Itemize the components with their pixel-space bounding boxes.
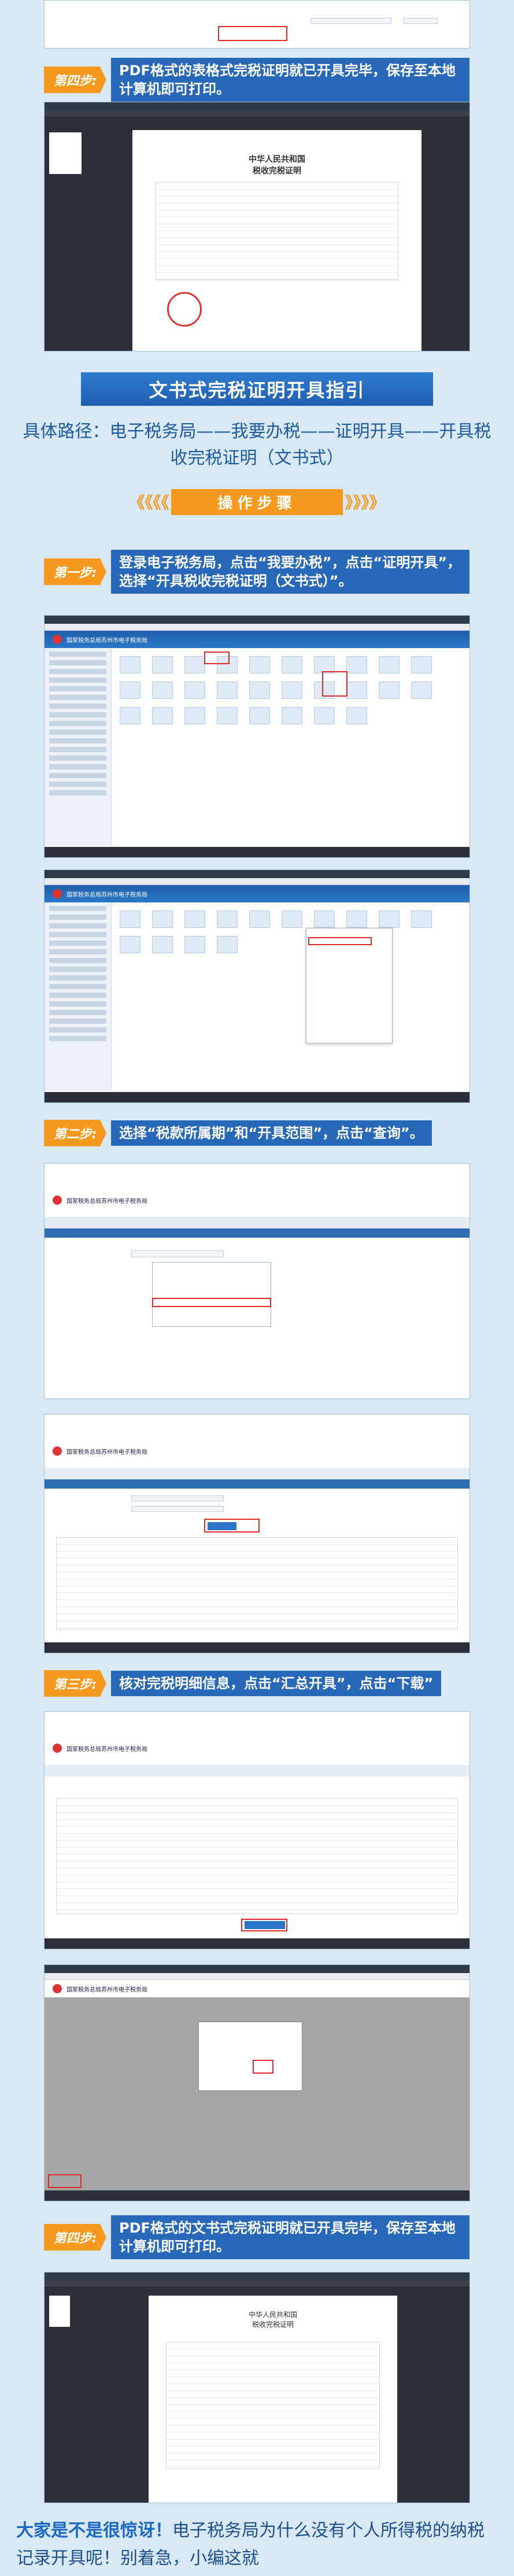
step-row: 第四步: PDF格式的表格式完税证明就已开具完毕，保存至本地计算机即可打印。: [44, 58, 469, 102]
highlight-box: [253, 2060, 273, 2074]
step-badge: 第四步:: [44, 66, 106, 93]
highlight-box: [218, 26, 287, 41]
date-dropdown[interactable]: [152, 1262, 271, 1327]
screenshot-top-form: [44, 0, 470, 49]
tax-logo-icon: [53, 889, 62, 898]
pdf-page: 中华人民共和国 税收完税证明: [132, 130, 421, 351]
highlight-box: [152, 1298, 271, 1307]
sidebar: [45, 648, 112, 846]
tax-logo-icon: [53, 1196, 62, 1205]
step-row: 第一步: 登录电子税务局，点击“我要办税”，点击“证明开具”，选择“开具税收完税…: [44, 546, 469, 598]
step-row: 第三步: 核对完税明细信息，点击“汇总开具”，点击“下载”: [44, 1666, 442, 1701]
screenshot-step3-b: 国家税务总局苏州市电子税务局: [44, 1964, 470, 2201]
step-badge: 第三步:: [44, 1670, 106, 1697]
screenshot-step2-b: 国家税务总局苏州市电子税务局: [44, 1414, 470, 1653]
menu-grid[interactable]: [120, 911, 464, 953]
pdf-subtitle: 税收完税证明: [252, 2320, 294, 2329]
download-dialog[interactable]: [198, 2022, 302, 2091]
step-badge: 第二步:: [44, 1120, 106, 1146]
step-row: 第四步: PDF格式的文书式完税证明就已开具完毕，保存至本地计算机即可打印。: [44, 2214, 469, 2260]
chevron-left-icon: 《《《《: [128, 493, 169, 512]
pdf-title: 中华人民共和国: [248, 2311, 297, 2319]
site-title: 国家税务总局苏州市电子税务局: [66, 1198, 147, 1205]
form-field[interactable]: [131, 1496, 224, 1501]
form-field[interactable]: [131, 1506, 224, 1512]
site-title: 国家税务总局苏州市电子税务局: [66, 891, 147, 898]
seal-icon: [167, 292, 202, 327]
screenshot-step1-b: 国家税务总局苏州市电子税务局: [44, 869, 470, 1103]
section-path: 具体路径：电子税务局——我要办税——证明开具——开具税收完税证明（文书式）: [23, 421, 491, 468]
highlight-box: [322, 671, 347, 697]
pdf-table: [156, 182, 398, 280]
section-title: 文书式完税证明开具指引: [81, 372, 433, 406]
chevron-right-icon: 》》》》: [345, 493, 386, 512]
dropdown-menu[interactable]: [306, 928, 393, 1043]
screenshot-pdf-viewer-2: 中华人民共和国 税收完税证明: [44, 2272, 470, 2503]
tax-logo-icon: [53, 1984, 62, 1993]
highlight-box: [241, 1919, 287, 1931]
step-badge: 第一步:: [44, 558, 106, 585]
tax-logo-icon: [53, 1744, 62, 1753]
step-badge: 第四步:: [44, 2224, 106, 2251]
ops-header: 《《《《 操作步骤 》》》》: [108, 488, 406, 516]
result-table: [56, 1537, 458, 1630]
pdf-page: 中华人民共和国 税收完税证明: [149, 2296, 397, 2503]
step-text: 选择“税款所属期”和“开具范围”，点击“查询”。: [111, 1120, 432, 1146]
pdf-table: [166, 2342, 380, 2469]
pdf-thumbnail[interactable]: [49, 2296, 70, 2327]
pdf-thumbnail[interactable]: [49, 132, 82, 174]
highlight-box: [204, 1519, 260, 1533]
form-field[interactable]: [310, 18, 391, 24]
highlight-box: [48, 2174, 82, 2188]
date-picker[interactable]: [131, 1250, 224, 1257]
site-title: 国家税务总局苏州市电子税务局: [66, 1449, 147, 1456]
tax-logo-icon: [53, 1446, 62, 1456]
highlight-box: [308, 937, 372, 945]
form-field[interactable]: [403, 18, 438, 24]
ops-label: 操作步骤: [171, 488, 343, 515]
pdf-title: 中华人民共和国: [249, 155, 305, 164]
menu-grid[interactable]: [120, 656, 464, 724]
site-title: 国家税务总局苏州市电子税务局: [66, 1746, 147, 1753]
step-text: PDF格式的文书式完税证明就已开具完毕，保存至本地计算机即可打印。: [111, 2215, 469, 2259]
sidebar: [45, 902, 112, 1091]
screenshot-pdf-viewer: 中华人民共和国 税收完税证明: [44, 102, 470, 351]
screenshot-step2-a: 国家税务总局苏州市电子税务局: [44, 1163, 470, 1399]
bottom-bold: 大家是不是很惊讶！: [16, 2521, 172, 2541]
detail-table: [56, 1798, 458, 1914]
screenshot-step3-a: 国家税务总局苏州市电子税务局: [44, 1711, 470, 1949]
site-title: 国家税务总局苏州市电子税务局: [66, 1986, 147, 1993]
step-text: PDF格式的表格式完税证明就已开具完毕，保存至本地计算机即可打印。: [111, 58, 469, 102]
site-title: 国家税务总局苏州市电子税务局: [66, 637, 147, 644]
highlight-box: [204, 652, 230, 664]
pdf-subtitle: 税收完税证明: [253, 166, 301, 176]
bottom-paragraph: 大家是不是很惊讶！电子税务局为什么没有个人所得税的纳税记录开具呢！别着急，小编这…: [16, 2517, 498, 2573]
step-row: 第二步: 选择“税款所属期”和“开具范围”，点击“查询”。: [44, 1116, 432, 1150]
tax-logo-icon: [53, 635, 62, 644]
step-text: 核对完税明细信息，点击“汇总开具”，点击“下载”: [111, 1671, 442, 1696]
step-text: 登录电子税务局，点击“我要办税”，点击“证明开具”，选择“开具税收完税证明（文书…: [111, 550, 469, 594]
screenshot-step1-a: 国家税务总局苏州市电子税务局: [44, 615, 470, 858]
